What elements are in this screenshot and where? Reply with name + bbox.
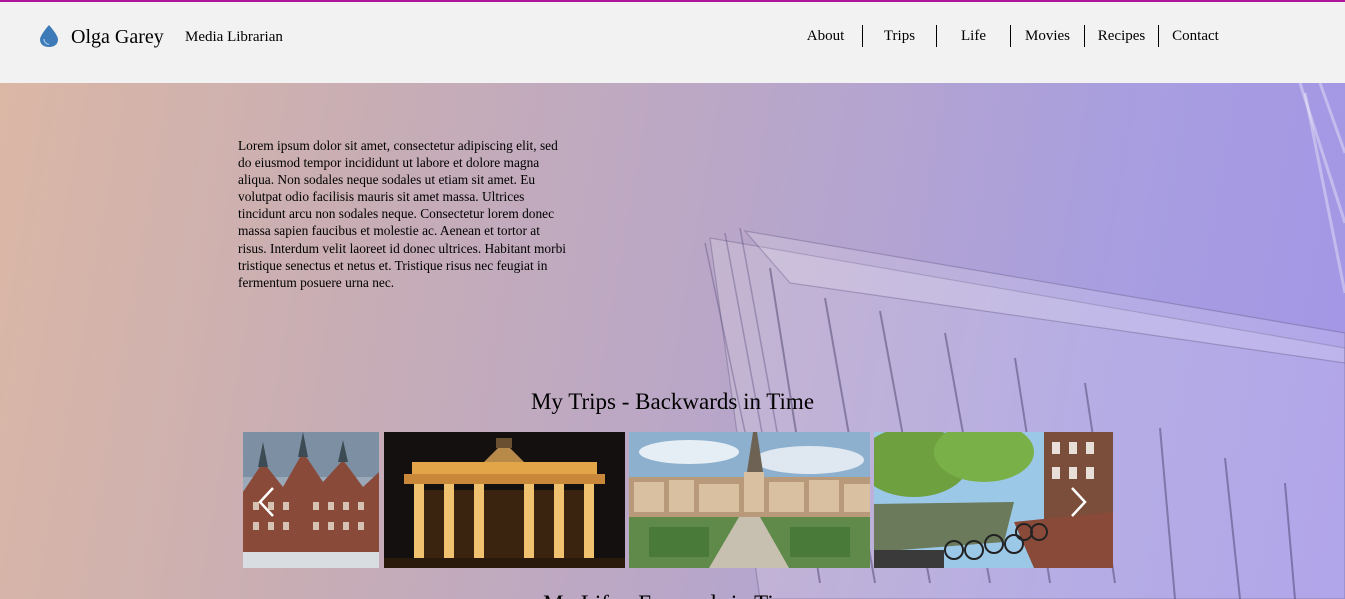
main-nav: About Trips Life Movies Recipes Contact xyxy=(789,25,1232,47)
nav-life[interactable]: Life xyxy=(937,25,1011,47)
site-brand[interactable]: Olga Garey xyxy=(71,26,164,49)
carousel-next-button[interactable] xyxy=(1068,432,1108,568)
trip-photo-brandenburg-gate[interactable] xyxy=(384,432,625,568)
carousel-prev-button[interactable] xyxy=(255,432,295,568)
droplet-icon[interactable] xyxy=(38,24,60,48)
intro-paragraph: Lorem ipsum dolor sit amet, consectetur … xyxy=(238,138,566,290)
site-header: Olga Garey Media Librarian About Trips L… xyxy=(0,2,1345,83)
nav-about[interactable]: About xyxy=(789,25,863,47)
nav-movies[interactable]: Movies xyxy=(1011,25,1085,47)
chevron-right-icon xyxy=(1071,487,1087,517)
life-section-title: My Life - Forwards in Time xyxy=(0,591,1345,599)
nav-recipes[interactable]: Recipes xyxy=(1085,25,1159,47)
nav-trips[interactable]: Trips xyxy=(863,25,937,47)
trip-photo-city-square[interactable] xyxy=(629,432,870,568)
trips-section-title: My Trips - Backwards in Time xyxy=(530,389,815,414)
site-tagline: Media Librarian xyxy=(185,29,283,45)
hero-section: Lorem ipsum dolor sit amet, consectetur … xyxy=(0,83,1345,599)
trips-carousel[interactable] xyxy=(243,432,1113,568)
nav-contact[interactable]: Contact xyxy=(1159,25,1232,47)
chevron-left-icon xyxy=(258,487,274,517)
